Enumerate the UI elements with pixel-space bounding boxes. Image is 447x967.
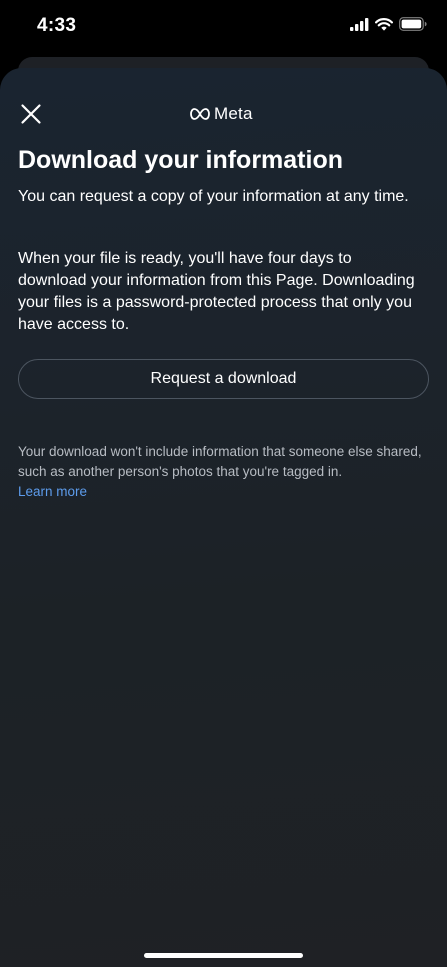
download-note: Your download won't include information … [18,442,433,502]
signal-icon [350,17,369,31]
download-information-sheet: Meta Download your information You can r… [0,68,447,967]
intro-text: You can request a copy of your informati… [18,188,409,205]
close-button[interactable] [18,101,44,127]
meta-infinity-icon [190,108,210,120]
close-icon [21,104,41,124]
request-download-button[interactable]: Request a download [18,359,429,399]
status-icons [350,17,427,31]
wifi-icon [375,17,393,31]
detail-text: When your file is ready, you'll have fou… [18,250,415,333]
status-time: 4:33 [37,15,77,36]
status-bar: 4:33 [0,0,447,52]
learn-more-link[interactable]: Learn more [18,484,87,499]
brand-name: Meta [214,104,253,123]
page-title: Download your information [18,146,343,174]
note-text: Your download won't include information … [18,444,422,479]
home-indicator [144,953,303,958]
battery-icon [399,17,427,31]
meta-brand: Meta [190,104,253,124]
